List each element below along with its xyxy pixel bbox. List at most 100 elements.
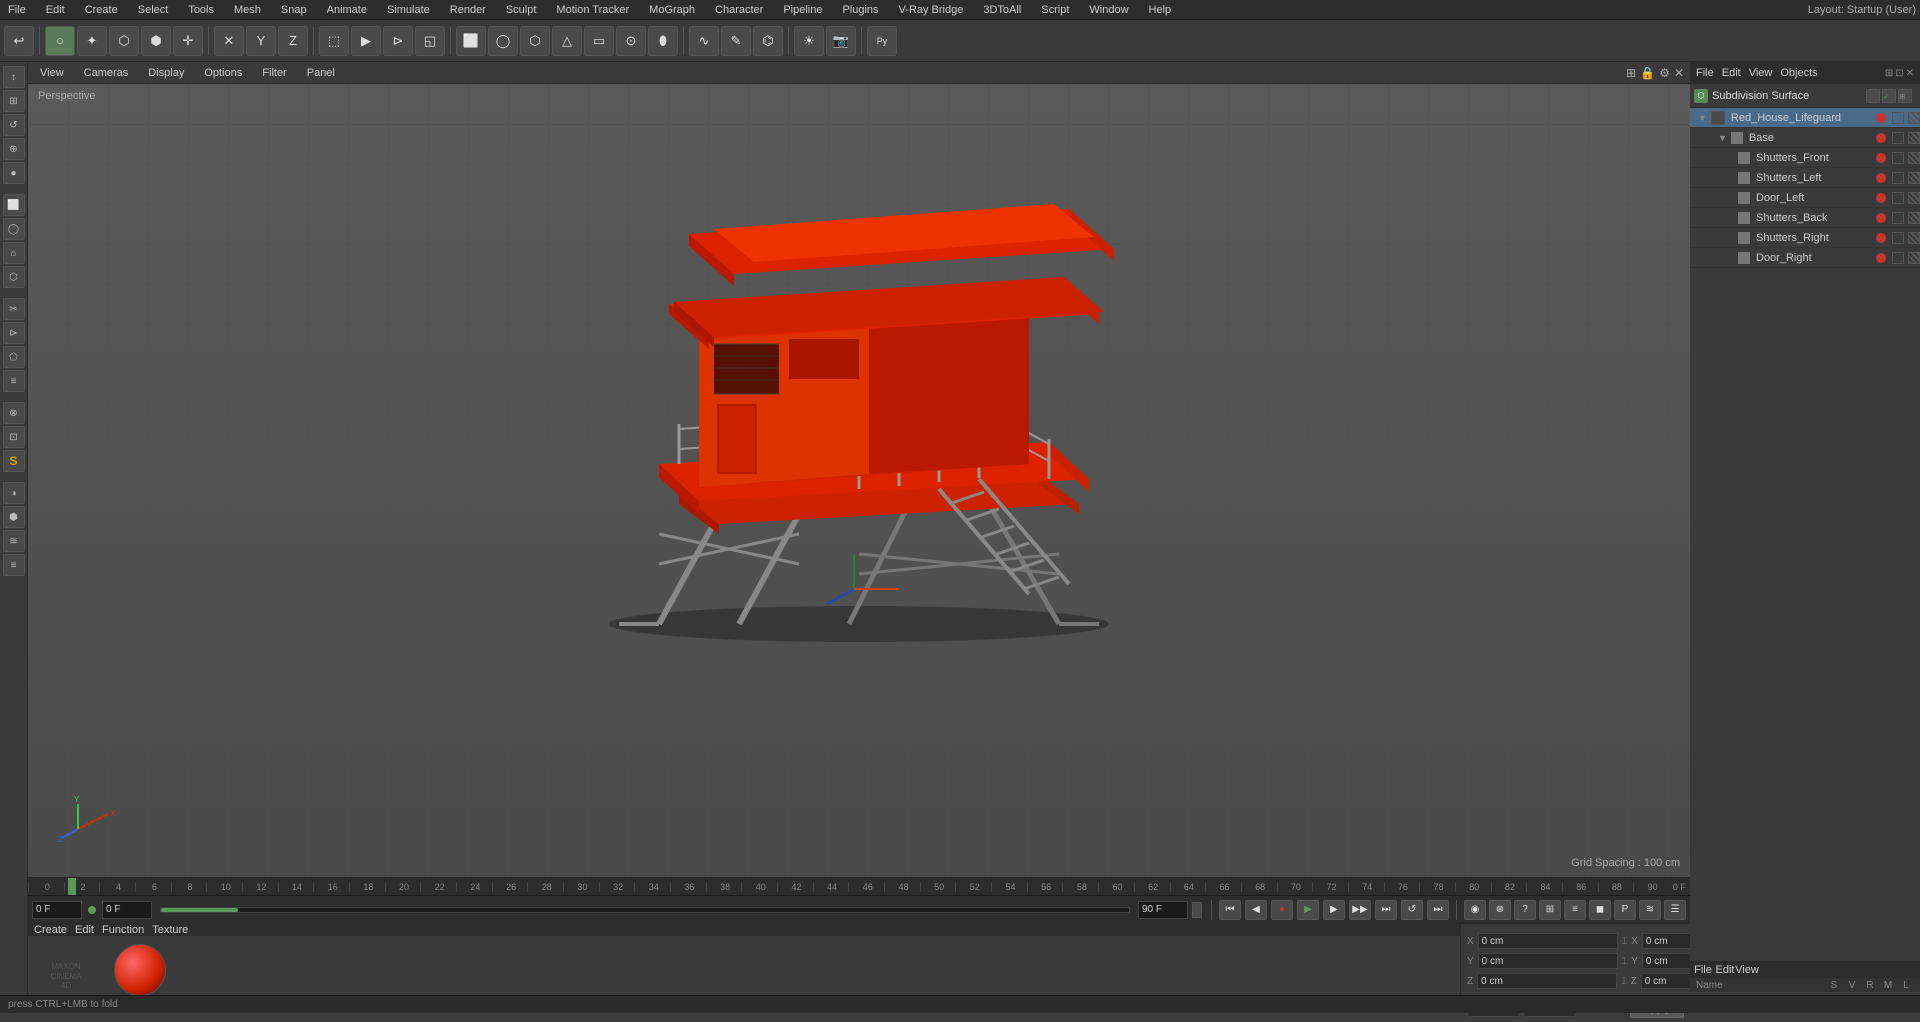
tick-82[interactable]: 82 <box>1491 882 1527 892</box>
mat-function[interactable]: Function <box>102 924 144 936</box>
obj-header-view[interactable]: View <box>1749 67 1773 79</box>
timeline-slider[interactable] <box>160 907 1130 913</box>
sidebar-transform[interactable]: ⊕ <box>3 138 25 160</box>
sidebar-texture2[interactable]: ⬢ <box>3 506 25 528</box>
undo-button[interactable]: ↩ <box>4 26 34 56</box>
viewport[interactable]: Perspective <box>28 84 1690 877</box>
obj-door-left[interactable]: Door_Left <box>1690 188 1920 208</box>
obj-chk-3[interactable] <box>1892 172 1904 184</box>
tool-camera[interactable]: 📷 <box>826 26 856 56</box>
render-pv-button[interactable]: ◱ <box>415 26 445 56</box>
tick-74[interactable]: 74 <box>1348 882 1384 892</box>
menu-pipeline[interactable]: Pipeline <box>779 4 826 16</box>
tick-12[interactable]: 12 <box>242 882 278 892</box>
tick-38[interactable]: 38 <box>706 882 742 892</box>
sidebar-poly-select[interactable]: ⬡ <box>3 266 25 288</box>
mode-polygons-button[interactable]: ⬢ <box>141 26 171 56</box>
tick-28[interactable]: 28 <box>527 882 563 892</box>
tick-46[interactable]: 46 <box>848 882 884 892</box>
lower-view[interactable]: View <box>1740 963 1754 977</box>
tick-88[interactable]: 88 <box>1598 882 1634 892</box>
sidebar-move[interactable]: ↕ <box>3 66 25 88</box>
viewport-menu-cameras[interactable]: Cameras <box>78 65 135 81</box>
menu-character[interactable]: Character <box>711 4 767 16</box>
tool-spline[interactable]: ∿ <box>689 26 719 56</box>
goto-start-button[interactable]: ⏮ <box>1219 900 1241 920</box>
tick-78[interactable]: 78 <box>1419 882 1455 892</box>
tick-52[interactable]: 52 <box>955 882 991 892</box>
tick-16[interactable]: 16 <box>313 882 349 892</box>
next-frame-button[interactable]: ▶ <box>1323 900 1345 920</box>
list-icon[interactable]: ☰ <box>1664 900 1686 920</box>
obj-header-file[interactable]: File <box>1696 67 1714 79</box>
subdiv-ctrl2[interactable]: ✓ <box>1882 89 1896 103</box>
menu-simulate[interactable]: Simulate <box>383 4 434 16</box>
obj-chk-1[interactable] <box>1892 132 1904 144</box>
tick-90[interactable]: 90 <box>1633 882 1669 892</box>
sidebar-circle-select[interactable]: ◯ <box>3 218 25 240</box>
sidebar-layer[interactable]: ≡ <box>3 554 25 576</box>
obj-shutters-right[interactable]: Shutters_Right <box>1690 228 1920 248</box>
tool-xref[interactable]: ✕ <box>214 26 244 56</box>
tick-30[interactable]: 30 <box>563 882 599 892</box>
loop-button[interactable]: ↺ <box>1401 900 1423 920</box>
viewport-expand-icon[interactable]: ⊞ <box>1626 66 1636 80</box>
obj-manager-icon2[interactable]: ⊡ <box>1895 68 1903 79</box>
tick-44[interactable]: 44 <box>813 882 849 892</box>
obj-shutters-front[interactable]: Shutters_Front <box>1690 148 1920 168</box>
tick-42[interactable]: 42 <box>777 882 813 892</box>
x-position-input[interactable] <box>1478 933 1618 949</box>
viewport-menu-filter[interactable]: Filter <box>256 65 292 81</box>
obj-base[interactable]: ▼ Base <box>1690 128 1920 148</box>
sidebar-scale[interactable]: ⊞ <box>3 90 25 112</box>
render-all-button[interactable]: ⊳ <box>383 26 413 56</box>
obj-chk-0[interactable] <box>1892 112 1904 124</box>
tick-68[interactable]: 68 <box>1241 882 1277 892</box>
tick-54[interactable]: 54 <box>991 882 1027 892</box>
tick-72[interactable]: 72 <box>1312 882 1348 892</box>
tick-40[interactable]: 40 <box>741 882 777 892</box>
lower-edit[interactable]: Edit <box>1718 963 1732 977</box>
sidebar-s[interactable]: S <box>3 450 25 472</box>
goto-end-button[interactable]: ⏭ <box>1375 900 1397 920</box>
obj-chk-7[interactable] <box>1892 252 1904 264</box>
subdiv-ctrl1[interactable] <box>1866 89 1880 103</box>
menu-edit[interactable]: Edit <box>42 4 69 16</box>
menu-motiontracker[interactable]: Motion Tracker <box>552 4 633 16</box>
obj-shutters-left[interactable]: Shutters_Left <box>1690 168 1920 188</box>
tick-86[interactable]: 86 <box>1562 882 1598 892</box>
play-button[interactable]: ▶ <box>1297 900 1319 920</box>
tick-84[interactable]: 84 <box>1526 882 1562 892</box>
render-view-button[interactable]: ▶ <box>351 26 381 56</box>
layer-icon[interactable]: ≡ <box>1564 900 1586 920</box>
tick-76[interactable]: 76 <box>1384 882 1420 892</box>
tick-32[interactable]: 32 <box>599 882 635 892</box>
frame-range-input[interactable] <box>102 901 152 919</box>
goto-end2-button[interactable]: ⏭ <box>1427 900 1449 920</box>
tool-bezier[interactable]: ⌬ <box>753 26 783 56</box>
tool-python[interactable]: Py <box>867 26 897 56</box>
sidebar-extrude[interactable]: ⊳ <box>3 322 25 344</box>
sidebar-knife[interactable]: ✂ <box>3 298 25 320</box>
sidebar-snap[interactable]: ⊡ <box>3 426 25 448</box>
tick-36[interactable]: 36 <box>670 882 706 892</box>
viewport-lock-icon[interactable]: 🔒 <box>1640 66 1655 80</box>
tool-box[interactable]: ⬜ <box>456 26 486 56</box>
material-sphere[interactable] <box>114 944 166 996</box>
tick-66[interactable]: 66 <box>1205 882 1241 892</box>
render-icon[interactable]: ◉ <box>1464 900 1486 920</box>
tick-48[interactable]: 48 <box>884 882 920 892</box>
viewport-menu-view[interactable]: View <box>34 65 70 81</box>
stop-icon[interactable]: ⊗ <box>1489 900 1511 920</box>
tool-torus[interactable]: ⊙ <box>616 26 646 56</box>
tick-14[interactable]: 14 <box>278 882 314 892</box>
mat-edit[interactable]: Edit <box>75 924 94 936</box>
viewport-menu-options[interactable]: Options <box>198 65 248 81</box>
menu-vray[interactable]: V-Ray Bridge <box>895 4 968 16</box>
menu-script[interactable]: Script <box>1037 4 1073 16</box>
mode-points-button[interactable]: ✦ <box>77 26 107 56</box>
sidebar-lasso[interactable]: ⌂ <box>3 242 25 264</box>
tool-capsule[interactable]: ⬮ <box>648 26 678 56</box>
snap-icon[interactable]: ⊞ <box>1539 900 1561 920</box>
obj-header-edit[interactable]: Edit <box>1722 67 1741 79</box>
